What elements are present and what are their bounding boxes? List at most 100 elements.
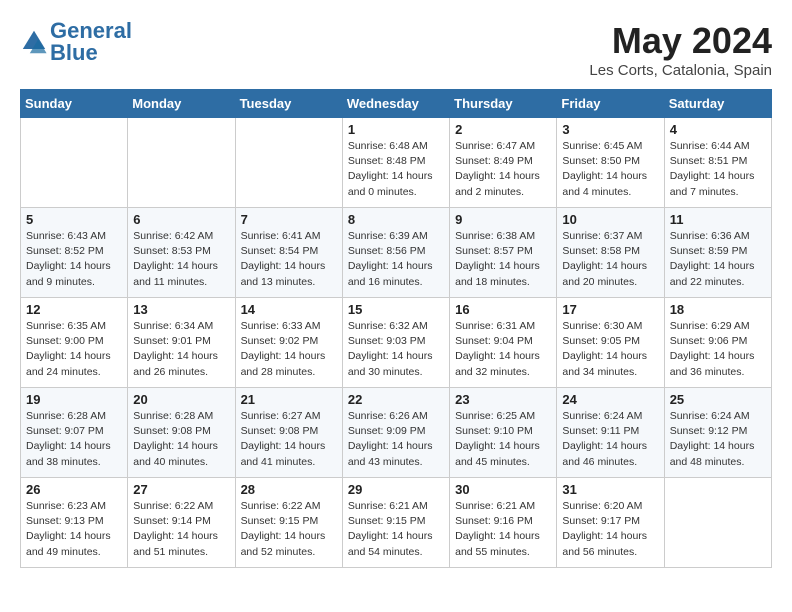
day-info: Sunrise: 6:21 AM Sunset: 9:16 PM Dayligh… bbox=[455, 499, 551, 560]
day-info: Sunrise: 6:39 AM Sunset: 8:56 PM Dayligh… bbox=[348, 229, 444, 290]
day-number: 17 bbox=[562, 302, 658, 317]
day-number: 20 bbox=[133, 392, 229, 407]
day-cell-11: 11 Sunrise: 6:36 AM Sunset: 8:59 PM Dayli… bbox=[664, 208, 771, 298]
day-number: 5 bbox=[26, 212, 122, 227]
day-cell-26: 26Sunrise: 6:23 AM Sunset: 9:13 PM Dayli… bbox=[21, 478, 128, 568]
day-number: 11 bbox=[670, 212, 766, 227]
day-number: 31 bbox=[562, 482, 658, 497]
logo-blue: Blue bbox=[50, 40, 98, 65]
day-number: 3 bbox=[562, 122, 658, 137]
day-number: 2 bbox=[455, 122, 551, 137]
day-info: Sunrise: 6:22 AM Sunset: 9:15 PM Dayligh… bbox=[241, 499, 337, 560]
week-row-3: 12Sunrise: 6:35 AM Sunset: 9:00 PM Dayli… bbox=[21, 298, 772, 388]
header-day-friday: Friday bbox=[557, 90, 664, 118]
day-info: Sunrise: 6:33 AM Sunset: 9:02 PM Dayligh… bbox=[241, 319, 337, 380]
day-cell-12: 12Sunrise: 6:35 AM Sunset: 9:00 PM Dayli… bbox=[21, 298, 128, 388]
day-number: 14 bbox=[241, 302, 337, 317]
calendar-body: 1Sunrise: 6:48 AM Sunset: 8:48 PM Daylig… bbox=[21, 118, 772, 568]
day-number: 18 bbox=[670, 302, 766, 317]
title-block: May 2024 Les Corts, Catalonia, Spain bbox=[589, 20, 772, 79]
day-cell-23: 23 Sunrise: 6:25 AM Sunset: 9:10 PM Dayli… bbox=[450, 388, 557, 478]
week-row-1: 1Sunrise: 6:48 AM Sunset: 8:48 PM Daylig… bbox=[21, 118, 772, 208]
day-cell-30: 30 Sunrise: 6:21 AM Sunset: 9:16 PM Dayli… bbox=[450, 478, 557, 568]
header-day-wednesday: Wednesday bbox=[342, 90, 449, 118]
day-number: 23 bbox=[455, 392, 551, 407]
day-number: 7 bbox=[241, 212, 337, 227]
day-cell-13: 13 Sunrise: 6:34 AM Sunset: 9:01 PM Dayli… bbox=[128, 298, 235, 388]
empty-cell bbox=[235, 118, 342, 208]
day-info: Sunrise: 6:24 AM Sunset: 9:11 PM Dayligh… bbox=[562, 409, 658, 470]
day-info: Sunrise: 6:27 AM Sunset: 9:08 PM Dayligh… bbox=[241, 409, 337, 470]
day-cell-21: 21Sunrise: 6:27 AM Sunset: 9:08 PM Dayli… bbox=[235, 388, 342, 478]
calendar-table: SundayMondayTuesdayWednesdayThursdayFrid… bbox=[20, 89, 772, 568]
day-number: 26 bbox=[26, 482, 122, 497]
day-info: Sunrise: 6:42 AM Sunset: 8:53 PM Dayligh… bbox=[133, 229, 229, 290]
day-info: Sunrise: 6:22 AM Sunset: 9:14 PM Dayligh… bbox=[133, 499, 229, 560]
day-cell-20: 20 Sunrise: 6:28 AM Sunset: 9:08 PM Dayli… bbox=[128, 388, 235, 478]
day-number: 29 bbox=[348, 482, 444, 497]
day-cell-19: 19Sunrise: 6:28 AM Sunset: 9:07 PM Dayli… bbox=[21, 388, 128, 478]
day-cell-15: 15Sunrise: 6:32 AM Sunset: 9:03 PM Dayli… bbox=[342, 298, 449, 388]
day-cell-4: 4Sunrise: 6:44 AM Sunset: 8:51 PM Daylig… bbox=[664, 118, 771, 208]
empty-cell bbox=[21, 118, 128, 208]
day-cell-14: 14 Sunrise: 6:33 AM Sunset: 9:02 PM Dayli… bbox=[235, 298, 342, 388]
day-cell-1: 1Sunrise: 6:48 AM Sunset: 8:48 PM Daylig… bbox=[342, 118, 449, 208]
day-info: Sunrise: 6:28 AM Sunset: 9:07 PM Dayligh… bbox=[26, 409, 122, 470]
empty-cell bbox=[664, 478, 771, 568]
month-title: May 2024 bbox=[589, 20, 772, 62]
day-cell-29: 29 Sunrise: 6:21 AM Sunset: 9:15 PM Dayli… bbox=[342, 478, 449, 568]
week-row-2: 5 Sunrise: 6:43 AM Sunset: 8:52 PM Daylig… bbox=[21, 208, 772, 298]
day-cell-7: 7 Sunrise: 6:41 AM Sunset: 8:54 PM Daylig… bbox=[235, 208, 342, 298]
day-info: Sunrise: 6:37 AM Sunset: 8:58 PM Dayligh… bbox=[562, 229, 658, 290]
page-header: General Blue May 2024 Les Corts, Catalon… bbox=[20, 20, 772, 79]
day-number: 4 bbox=[670, 122, 766, 137]
day-cell-27: 27 Sunrise: 6:22 AM Sunset: 9:14 PM Dayli… bbox=[128, 478, 235, 568]
header-day-thursday: Thursday bbox=[450, 90, 557, 118]
day-info: Sunrise: 6:28 AM Sunset: 9:08 PM Dayligh… bbox=[133, 409, 229, 470]
day-number: 13 bbox=[133, 302, 229, 317]
day-number: 15 bbox=[348, 302, 444, 317]
day-info: Sunrise: 6:31 AM Sunset: 9:04 PM Dayligh… bbox=[455, 319, 551, 380]
day-number: 24 bbox=[562, 392, 658, 407]
day-cell-17: 17 Sunrise: 6:30 AM Sunset: 9:05 PM Dayli… bbox=[557, 298, 664, 388]
day-number: 25 bbox=[670, 392, 766, 407]
header-day-sunday: Sunday bbox=[21, 90, 128, 118]
header-row: SundayMondayTuesdayWednesdayThursdayFrid… bbox=[21, 90, 772, 118]
day-info: Sunrise: 6:36 AM Sunset: 8:59 PM Dayligh… bbox=[670, 229, 766, 290]
day-info: Sunrise: 6:24 AM Sunset: 9:12 PM Dayligh… bbox=[670, 409, 766, 470]
day-number: 28 bbox=[241, 482, 337, 497]
day-number: 6 bbox=[133, 212, 229, 227]
day-info: Sunrise: 6:45 AM Sunset: 8:50 PM Dayligh… bbox=[562, 139, 658, 200]
day-info: Sunrise: 6:34 AM Sunset: 9:01 PM Dayligh… bbox=[133, 319, 229, 380]
day-number: 16 bbox=[455, 302, 551, 317]
day-info: Sunrise: 6:47 AM Sunset: 8:49 PM Dayligh… bbox=[455, 139, 551, 200]
day-cell-18: 18 Sunrise: 6:29 AM Sunset: 9:06 PM Dayli… bbox=[664, 298, 771, 388]
day-cell-9: 9Sunrise: 6:38 AM Sunset: 8:57 PM Daylig… bbox=[450, 208, 557, 298]
day-info: Sunrise: 6:20 AM Sunset: 9:17 PM Dayligh… bbox=[562, 499, 658, 560]
week-row-5: 26Sunrise: 6:23 AM Sunset: 9:13 PM Dayli… bbox=[21, 478, 772, 568]
day-number: 1 bbox=[348, 122, 444, 137]
day-number: 10 bbox=[562, 212, 658, 227]
header-day-monday: Monday bbox=[128, 90, 235, 118]
day-info: Sunrise: 6:21 AM Sunset: 9:15 PM Dayligh… bbox=[348, 499, 444, 560]
day-info: Sunrise: 6:30 AM Sunset: 9:05 PM Dayligh… bbox=[562, 319, 658, 380]
day-info: Sunrise: 6:43 AM Sunset: 8:52 PM Dayligh… bbox=[26, 229, 122, 290]
day-info: Sunrise: 6:29 AM Sunset: 9:06 PM Dayligh… bbox=[670, 319, 766, 380]
day-number: 30 bbox=[455, 482, 551, 497]
header-day-tuesday: Tuesday bbox=[235, 90, 342, 118]
day-cell-10: 10 Sunrise: 6:37 AM Sunset: 8:58 PM Dayli… bbox=[557, 208, 664, 298]
day-cell-16: 16 Sunrise: 6:31 AM Sunset: 9:04 PM Dayli… bbox=[450, 298, 557, 388]
day-cell-5: 5 Sunrise: 6:43 AM Sunset: 8:52 PM Daylig… bbox=[21, 208, 128, 298]
day-number: 8 bbox=[348, 212, 444, 227]
day-cell-28: 28 Sunrise: 6:22 AM Sunset: 9:15 PM Dayli… bbox=[235, 478, 342, 568]
day-info: Sunrise: 6:25 AM Sunset: 9:10 PM Dayligh… bbox=[455, 409, 551, 470]
logo-icon bbox=[20, 28, 48, 56]
day-info: Sunrise: 6:38 AM Sunset: 8:57 PM Dayligh… bbox=[455, 229, 551, 290]
location: Les Corts, Catalonia, Spain bbox=[589, 62, 772, 79]
day-cell-6: 6 Sunrise: 6:42 AM Sunset: 8:53 PM Daylig… bbox=[128, 208, 235, 298]
day-number: 27 bbox=[133, 482, 229, 497]
day-cell-22: 22Sunrise: 6:26 AM Sunset: 9:09 PM Dayli… bbox=[342, 388, 449, 478]
day-info: Sunrise: 6:41 AM Sunset: 8:54 PM Dayligh… bbox=[241, 229, 337, 290]
header-day-saturday: Saturday bbox=[664, 90, 771, 118]
calendar-header: SundayMondayTuesdayWednesdayThursdayFrid… bbox=[21, 90, 772, 118]
